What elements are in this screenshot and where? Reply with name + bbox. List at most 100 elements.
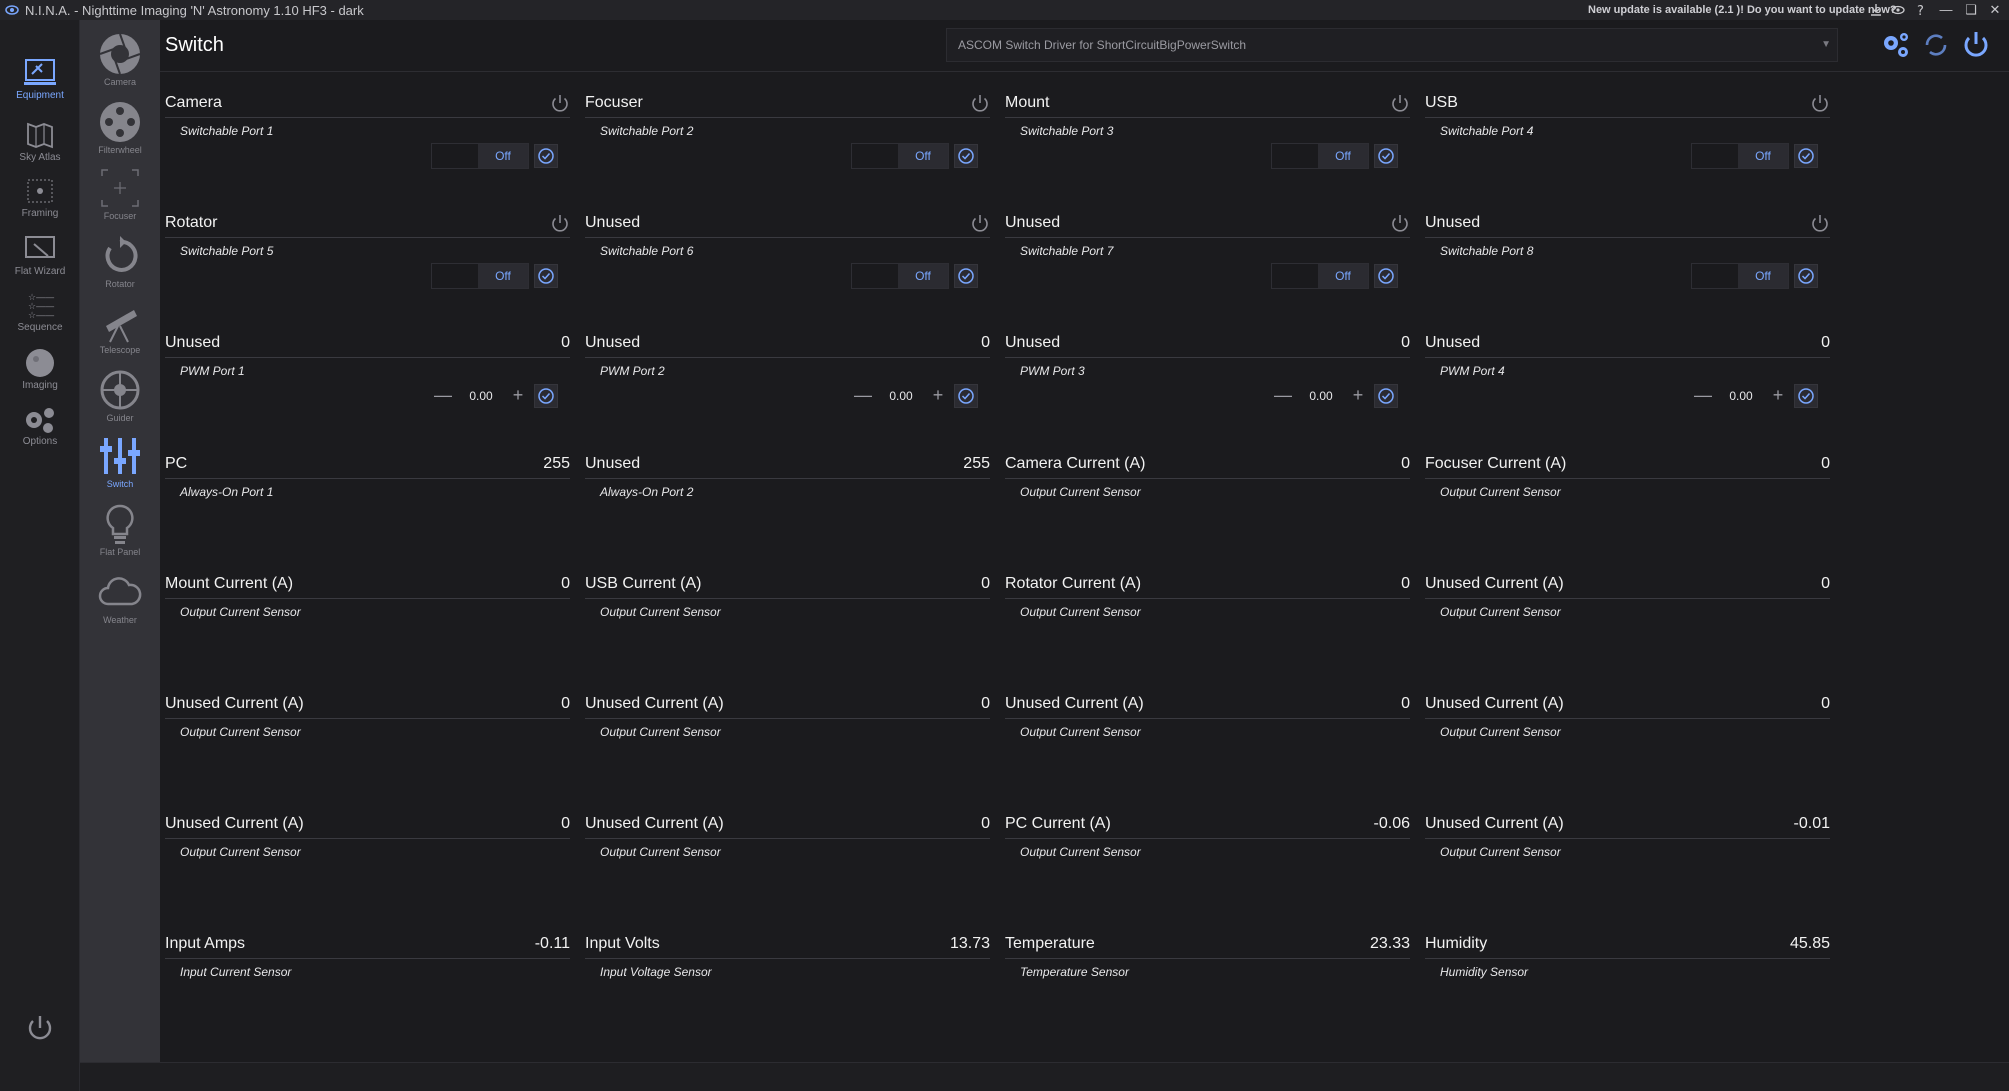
subnav-rotator[interactable]: Rotator bbox=[80, 234, 160, 289]
pwm-setpoint-input[interactable]: 0.00 bbox=[876, 384, 926, 408]
nav-imaging[interactable]: Imaging bbox=[0, 346, 80, 391]
switch-name: Unused Current (A) bbox=[585, 695, 724, 712]
subnav-focuser[interactable]: Focuser bbox=[80, 166, 160, 221]
switch-name: Unused bbox=[1005, 214, 1061, 231]
decrement-button[interactable]: — bbox=[1691, 384, 1715, 408]
switch-toggle[interactable]: Off bbox=[1691, 143, 1789, 169]
power-icon bbox=[1810, 93, 1830, 113]
switch-description: Switchable Port 7 bbox=[1020, 244, 1114, 258]
subnav-camera[interactable]: Camera bbox=[80, 32, 160, 87]
flat-wizard-icon bbox=[25, 236, 55, 258]
switch-value: 0 bbox=[1821, 575, 1830, 592]
subnav-switch[interactable]: Switch bbox=[80, 434, 160, 489]
apply-check-icon[interactable] bbox=[954, 264, 978, 288]
close-window-button[interactable]: ✕ bbox=[1984, 0, 2006, 20]
apply-check-icon[interactable] bbox=[534, 384, 558, 408]
power-icon bbox=[1390, 93, 1410, 113]
increment-button[interactable]: + bbox=[926, 384, 950, 408]
connect-power-icon[interactable] bbox=[1957, 26, 1995, 64]
apply-check-icon[interactable] bbox=[1794, 144, 1818, 168]
apply-check-icon[interactable] bbox=[534, 144, 558, 168]
apply-check-icon[interactable] bbox=[1794, 384, 1818, 408]
switch-name: Input Volts bbox=[585, 935, 660, 952]
switch-value: -0.06 bbox=[1373, 815, 1410, 832]
switch-name: Mount Current (A) bbox=[165, 575, 294, 592]
help-icon[interactable]: ? bbox=[1913, 2, 1929, 18]
driver-select[interactable]: ASCOM Switch Driver for ShortCircuitBigP… bbox=[946, 28, 1838, 62]
increment-button[interactable]: + bbox=[1346, 384, 1370, 408]
apply-check-icon[interactable] bbox=[1794, 264, 1818, 288]
switch-name: Unused Current (A) bbox=[165, 695, 304, 712]
subnav-filterwheel[interactable]: Filterwheel bbox=[80, 100, 160, 155]
switch-toggle[interactable]: Off bbox=[851, 263, 949, 289]
driver-settings-gear-icon[interactable] bbox=[1877, 26, 1915, 64]
eye-icon[interactable] bbox=[1890, 2, 1906, 18]
increment-button[interactable]: + bbox=[506, 384, 530, 408]
decrement-button[interactable]: — bbox=[431, 384, 455, 408]
switch-value: 0 bbox=[1401, 334, 1410, 351]
switch-tile: Humidity Humidity Sensor 45.85 bbox=[1425, 927, 1830, 1039]
switch-tile: Rotator Current (A) Output Current Sensor… bbox=[1005, 567, 1410, 679]
pwm-setpoint-input[interactable]: 0.00 bbox=[456, 384, 506, 408]
switch-name: Camera Current (A) bbox=[1005, 455, 1146, 472]
apply-check-icon[interactable] bbox=[1374, 384, 1398, 408]
subnav-guider[interactable]: Guider bbox=[80, 368, 160, 423]
switch-name: Unused bbox=[585, 214, 641, 231]
toggle-state: Off bbox=[1738, 264, 1788, 288]
nav-label: Framing bbox=[21, 208, 59, 219]
exit-power-icon[interactable] bbox=[24, 1012, 56, 1044]
apply-check-icon[interactable] bbox=[954, 144, 978, 168]
switch-value: 255 bbox=[963, 455, 990, 472]
switch-tile: Unused Current (A) Output Current Sensor 0 bbox=[585, 687, 990, 799]
divider bbox=[1005, 598, 1410, 599]
decrement-button[interactable]: — bbox=[851, 384, 875, 408]
switch-toggle[interactable]: Off bbox=[851, 143, 949, 169]
divider bbox=[1005, 838, 1410, 839]
nav-sequence[interactable]: ☆—— ☆—— ☆—— Sequence bbox=[0, 288, 80, 333]
nav-options[interactable]: Options bbox=[0, 402, 80, 447]
divider bbox=[585, 718, 990, 719]
apply-check-icon[interactable] bbox=[534, 264, 558, 288]
switch-toggle[interactable]: Off bbox=[1271, 263, 1369, 289]
subnav-telescope[interactable]: Telescope bbox=[80, 300, 160, 355]
switch-tile: Input Volts Input Voltage Sensor 13.73 bbox=[585, 927, 990, 1039]
subnav-label: Flat Panel bbox=[99, 547, 141, 557]
maximize-button[interactable]: ❑ bbox=[1960, 0, 1982, 20]
increment-button[interactable]: + bbox=[1766, 384, 1790, 408]
chevron-down-icon: ▼ bbox=[1821, 39, 1831, 50]
update-notice-link[interactable]: New update is available (2.1 )! Do you w… bbox=[1588, 4, 1897, 16]
switch-tile: Focuser Current (A) Output Current Sensor… bbox=[1425, 447, 1830, 559]
imaging-icon bbox=[26, 349, 54, 377]
nav-equipment[interactable]: Equipment bbox=[0, 56, 80, 101]
switch-description: Switchable Port 8 bbox=[1440, 244, 1534, 258]
nav-framing[interactable]: Framing bbox=[0, 174, 80, 219]
pwm-setpoint-input[interactable]: 0.00 bbox=[1716, 384, 1766, 408]
apply-check-icon[interactable] bbox=[954, 384, 978, 408]
divider bbox=[1425, 237, 1830, 238]
subnav-weather[interactable]: Weather bbox=[80, 570, 160, 625]
toggle-state: Off bbox=[1738, 144, 1788, 168]
apply-check-icon[interactable] bbox=[1374, 264, 1398, 288]
switch-tile: Mount Switchable Port 3 Off bbox=[1005, 86, 1410, 198]
divider bbox=[1425, 718, 1830, 719]
download-icon[interactable] bbox=[1868, 2, 1884, 18]
switch-toggle[interactable]: Off bbox=[431, 263, 529, 289]
toggle-state: Off bbox=[1318, 144, 1368, 168]
switch-toggle[interactable]: Off bbox=[431, 143, 529, 169]
svg-text:☆——: ☆—— bbox=[28, 310, 54, 320]
switch-description: Output Current Sensor bbox=[1020, 485, 1141, 499]
pwm-setpoint-input[interactable]: 0.00 bbox=[1296, 384, 1346, 408]
apply-check-icon[interactable] bbox=[1374, 144, 1398, 168]
nav-flat-wizard[interactable]: Flat Wizard bbox=[0, 232, 80, 277]
rescan-refresh-icon[interactable] bbox=[1917, 26, 1955, 64]
divider bbox=[1005, 718, 1410, 719]
guider-icon bbox=[100, 370, 140, 410]
decrement-button[interactable]: — bbox=[1271, 384, 1295, 408]
nav-sky-atlas[interactable]: Sky Atlas bbox=[0, 118, 80, 163]
framing-icon bbox=[27, 179, 53, 203]
switch-toggle[interactable]: Off bbox=[1691, 263, 1789, 289]
switch-value: -0.01 bbox=[1793, 815, 1830, 832]
subnav-flat-panel[interactable]: Flat Panel bbox=[80, 502, 160, 557]
minimize-button[interactable]: — bbox=[1935, 0, 1957, 20]
switch-toggle[interactable]: Off bbox=[1271, 143, 1369, 169]
